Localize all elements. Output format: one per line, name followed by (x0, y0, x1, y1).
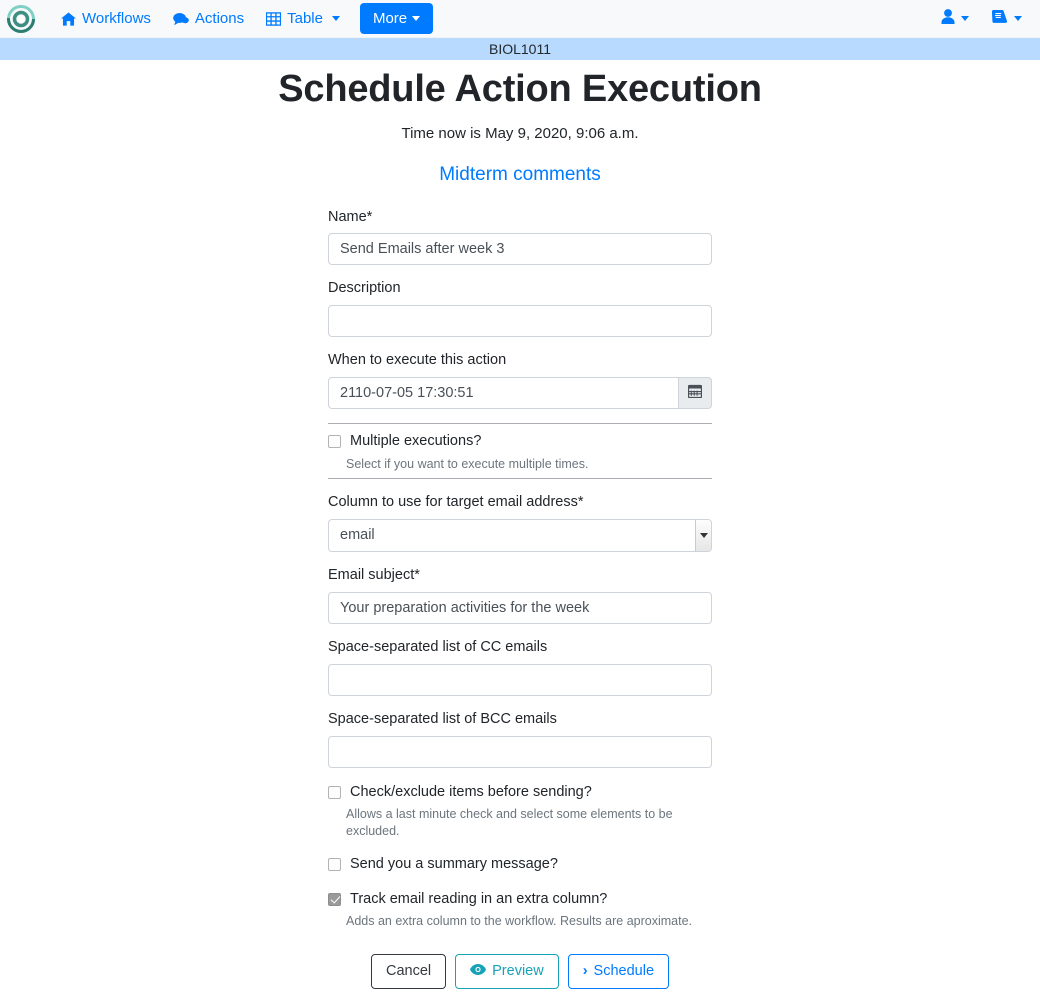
nav-item-actions-label: Actions (195, 11, 244, 26)
multiple-executions-block: Multiple executions? Select if you want … (328, 423, 712, 479)
summary-message-checkbox[interactable] (328, 858, 341, 871)
option-summary-message: Send you a summary message? (328, 854, 712, 875)
email-column-label: Column to use for target email address* (328, 493, 712, 512)
chevron-down-icon (332, 16, 340, 21)
execute-datetime-input[interactable] (328, 377, 679, 409)
calendar-icon (688, 384, 702, 403)
options-checkbox-group: Check/exclude items before sending? Allo… (328, 782, 712, 930)
option-track-reading: Track email reading in an extra column? … (328, 889, 712, 930)
nav-item-workflows[interactable]: Workflows (50, 5, 162, 32)
page-title: Schedule Action Execution (0, 66, 1040, 114)
bcc-emails-input[interactable] (328, 736, 712, 768)
ontask-logo-icon[interactable] (6, 4, 36, 34)
multiple-executions-label: Multiple executions? (350, 432, 481, 452)
divider-bottom (328, 478, 712, 479)
summary-message-row[interactable]: Send you a summary message? (328, 854, 712, 875)
description-input[interactable] (328, 305, 712, 337)
summary-message-label: Send you a summary message? (350, 855, 558, 875)
chevron-down-icon (412, 16, 420, 21)
subject-label: Email subject* (328, 566, 712, 585)
check-exclude-help: Allows a last minute check and select so… (346, 806, 712, 840)
main-navbar: Workflows Actions Table More (0, 0, 1040, 38)
description-label: Description (328, 279, 712, 298)
check-exclude-row[interactable]: Check/exclude items before sending? (328, 782, 712, 803)
more-button[interactable]: More (360, 3, 433, 34)
schedule-form: Name* Description When to execute this a… (328, 186, 712, 1003)
chevron-down-icon (1014, 16, 1022, 21)
preview-button[interactable]: Preview (455, 954, 559, 989)
cc-label: Space-separated list of CC emails (328, 638, 712, 657)
check-exclude-label: Check/exclude items before sending? (350, 783, 592, 803)
track-reading-checkbox[interactable] (328, 893, 341, 906)
field-subject: Email subject* (328, 566, 712, 624)
track-reading-help: Adds an extra column to the workflow. Re… (346, 913, 712, 930)
cancel-button[interactable]: Cancel (371, 954, 446, 989)
field-name: Name* (328, 208, 712, 266)
track-reading-row[interactable]: Track email reading in an extra column? (328, 889, 712, 910)
preview-button-label: Preview (492, 961, 544, 982)
schedule-button[interactable]: › Schedule (568, 954, 669, 989)
name-input[interactable] (328, 233, 712, 265)
form-actions: Cancel Preview › Schedule (328, 954, 712, 1003)
chevron-right-icon: › (583, 961, 588, 982)
more-button-label: More (373, 11, 407, 26)
user-icon (941, 9, 955, 29)
multiple-executions-help: Select if you want to execute multiple t… (346, 456, 712, 473)
calendar-picker-button[interactable] (679, 377, 712, 409)
action-name-link[interactable]: Midterm comments (0, 164, 1040, 186)
nav-item-table[interactable]: Table (255, 5, 351, 32)
email-column-select[interactable]: email (328, 519, 712, 552)
table-icon (266, 12, 281, 26)
nav-item-actions[interactable]: Actions (162, 5, 255, 32)
schedule-button-label: Schedule (594, 961, 654, 982)
cancel-button-label: Cancel (386, 961, 431, 982)
field-when: When to execute this action (328, 351, 712, 409)
field-cc: Space-separated list of CC emails (328, 638, 712, 696)
field-email-column: Column to use for target email address* … (328, 493, 712, 552)
option-check-exclude: Check/exclude items before sending? Allo… (328, 782, 712, 840)
bcc-label: Space-separated list of BCC emails (328, 710, 712, 729)
comments-icon (173, 12, 189, 26)
name-label: Name* (328, 208, 712, 227)
nav-item-workflows-label: Workflows (82, 11, 151, 26)
track-reading-label: Track email reading in an extra column? (350, 890, 607, 910)
multiple-executions-checkbox[interactable] (328, 435, 341, 448)
cc-emails-input[interactable] (328, 664, 712, 696)
email-subject-input[interactable] (328, 592, 712, 624)
eye-icon (470, 961, 486, 982)
nav-item-table-label: Table (287, 11, 323, 26)
current-time-text: Time now is May 9, 2020, 9:06 a.m. (0, 125, 1040, 142)
chevron-down-icon (961, 16, 969, 21)
datetime-input-group (328, 377, 712, 409)
book-icon (991, 9, 1008, 29)
field-description: Description (328, 279, 712, 337)
docs-menu-button[interactable] (991, 9, 1022, 29)
course-banner: BIOL1011 (0, 38, 1040, 60)
user-menu-button[interactable] (941, 9, 969, 29)
page-header: Schedule Action Execution Time now is Ma… (0, 60, 1040, 186)
field-bcc: Space-separated list of BCC emails (328, 710, 712, 768)
when-label: When to execute this action (328, 351, 712, 370)
home-icon (61, 12, 76, 26)
check-exclude-checkbox[interactable] (328, 786, 341, 799)
multiple-executions-row[interactable]: Multiple executions? (328, 431, 712, 452)
email-column-select-wrap: email (328, 519, 712, 552)
navbar-right-group (941, 9, 1026, 29)
